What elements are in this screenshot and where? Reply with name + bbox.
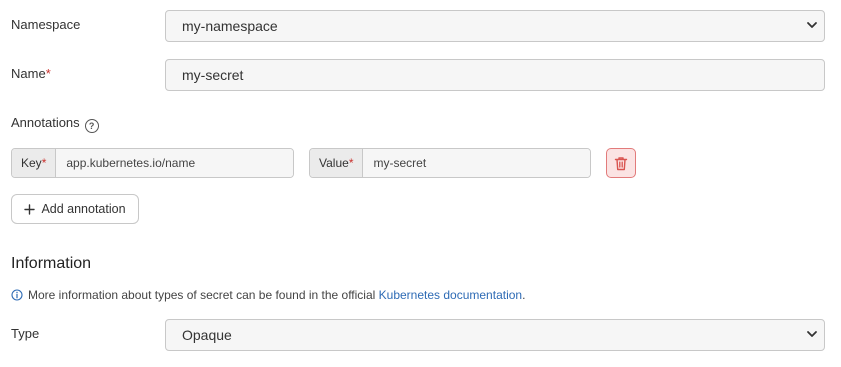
information-text-after: . <box>522 288 526 302</box>
chevron-down-icon <box>807 22 817 28</box>
namespace-label: Namespace <box>11 17 81 32</box>
type-select[interactable]: Opaque <box>165 319 825 351</box>
help-icon[interactable]: ? <box>84 119 99 133</box>
required-marker: * <box>41 156 47 170</box>
name-value: my-secret <box>182 67 244 83</box>
plus-icon <box>24 203 36 215</box>
information-text: More information about types of secret c… <box>11 288 525 302</box>
annotation-value-group: Value * my-secret <box>309 148 591 178</box>
chevron-down-icon <box>807 331 817 337</box>
required-marker: * <box>348 156 354 170</box>
trash-icon <box>614 156 628 170</box>
type-label: Type <box>11 326 40 341</box>
name-input[interactable]: my-secret <box>165 59 825 91</box>
add-annotation-button[interactable]: Add annotation <box>11 194 139 224</box>
annotations-label-text: Annotations <box>11 115 80 130</box>
annotation-key-group: Key * app.kubernetes.io/name <box>11 148 294 178</box>
namespace-select[interactable]: my-namespace <box>165 10 825 42</box>
information-text-body: More information about types of secret c… <box>28 288 525 302</box>
annotation-key-label: Key * <box>12 149 57 177</box>
add-annotation-label: Add annotation <box>41 202 126 216</box>
kubernetes-documentation-link[interactable]: Kubernetes documentation <box>379 288 522 302</box>
required-marker: * <box>45 66 51 81</box>
annotation-key-input[interactable]: app.kubernetes.io/name <box>56 149 293 177</box>
annotations-label: Annotations? <box>11 115 99 133</box>
information-heading: Information <box>11 255 92 272</box>
value-label-text: Value <box>319 156 349 170</box>
namespace-value: my-namespace <box>182 18 278 34</box>
name-label-text: Name <box>11 66 46 81</box>
annotation-value-input[interactable]: my-secret <box>363 149 590 177</box>
type-value: Opaque <box>182 327 232 343</box>
name-label: Name* <box>11 66 51 81</box>
information-text-before: More information about types of secret c… <box>28 288 379 302</box>
delete-annotation-button[interactable] <box>606 148 636 178</box>
annotation-value-label: Value * <box>310 149 364 177</box>
key-label-text: Key <box>21 156 42 170</box>
info-icon <box>11 289 23 301</box>
